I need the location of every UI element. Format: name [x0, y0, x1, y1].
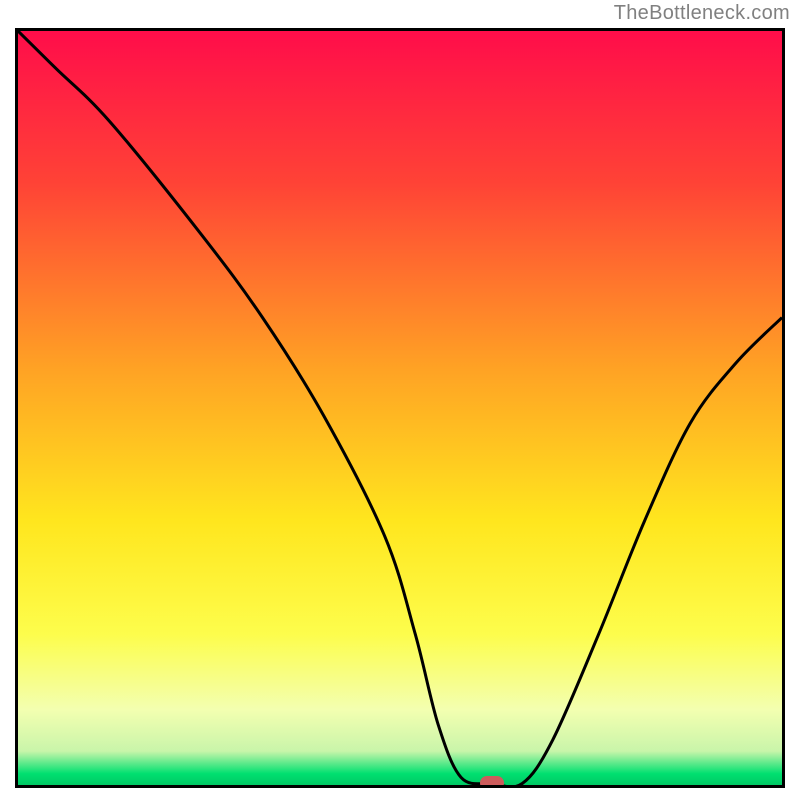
plot-svg [18, 31, 782, 785]
plot-area [15, 28, 785, 788]
gradient-background [18, 31, 782, 785]
minimum-marker [480, 776, 504, 788]
watermark-label: TheBottleneck.com [614, 2, 790, 25]
